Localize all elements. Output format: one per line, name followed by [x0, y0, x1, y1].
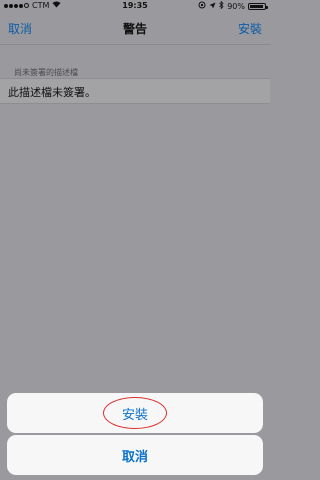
page-title: 警告 — [122, 22, 147, 36]
location-icon — [209, 2, 216, 11]
battery-icon — [248, 2, 268, 10]
orientation-lock-icon — [198, 1, 206, 11]
cancel-nav-button[interactable]: 取消 — [8, 20, 32, 37]
status-right: 90% — [198, 0, 268, 11]
cancel-button-label: 取消 — [121, 449, 148, 465]
cancel-button[interactable]: 取消 — [7, 435, 263, 475]
bluetooth-icon — [219, 0, 224, 11]
section-header: 尚未簽署的描述檔 — [14, 68, 78, 77]
install-button[interactable]: 安裝 — [7, 393, 263, 433]
status-bar: CTM 19:35 90% — [0, 0, 270, 12]
install-button-label: 安裝 — [121, 407, 148, 423]
battery-level — [250, 4, 263, 8]
install-nav-button[interactable]: 安裝 — [238, 20, 262, 37]
screen: CTM 19:35 90% 取消 警告 安裝 尚未簽署的描述檔 此描述檔未簽署。… — [0, 0, 270, 480]
profile-status-text: 此描述檔未簽署。 — [8, 86, 96, 99]
nav-bar: 取消 警告 安裝 — [0, 12, 270, 45]
profile-status-row: 此描述檔未簽署。 — [0, 78, 270, 104]
battery-percent: 90% — [227, 1, 245, 11]
